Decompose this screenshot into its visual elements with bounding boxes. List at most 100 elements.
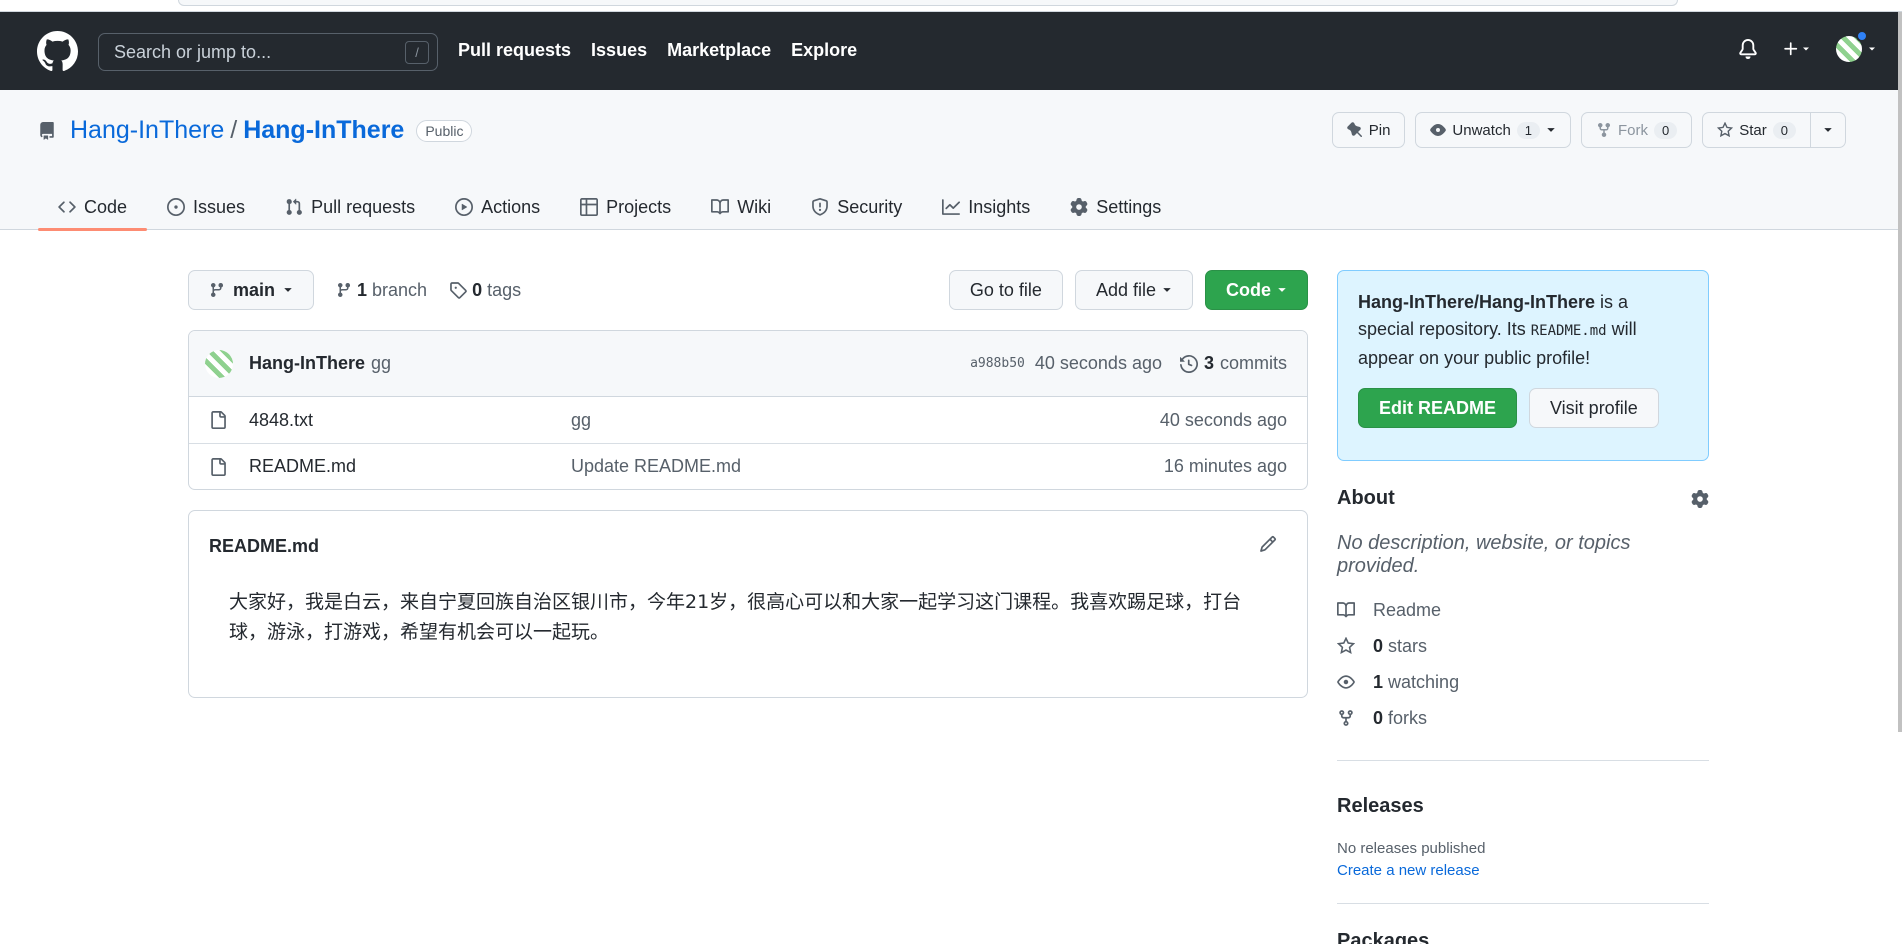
- unwatch-label: Unwatch: [1452, 121, 1511, 139]
- add-file-button[interactable]: Add file: [1074, 270, 1193, 310]
- main-content: main 1 branch 0 tags Go to file Add file…: [188, 270, 1308, 698]
- file-list: Hang-InThere gg a988b50 40 seconds ago 3…: [188, 330, 1308, 490]
- watch-count: 1: [1516, 121, 1541, 139]
- star-button[interactable]: Star 0: [1702, 112, 1811, 148]
- fork-icon: [1598, 123, 1611, 138]
- commit-time: 40 seconds ago: [1034, 353, 1162, 373]
- repo-owner-link[interactable]: Hang-InThere: [70, 116, 224, 145]
- branch-icon: [338, 283, 351, 298]
- star-count: 0: [1772, 121, 1796, 139]
- history-icon: [1179, 354, 1198, 373]
- watching-link[interactable]: 1 watching: [1337, 664, 1709, 700]
- tab-wiki[interactable]: Wiki: [691, 184, 791, 230]
- commit-author-avatar[interactable]: [205, 349, 233, 378]
- gear-icon[interactable]: [1691, 489, 1709, 508]
- file-commit-message[interactable]: Update README.md: [571, 456, 1164, 477]
- page-scrollbar[interactable]: [1898, 12, 1902, 732]
- search-input[interactable]: Search or jump to... /: [98, 33, 438, 71]
- repo-tabs: Code Issues Pull requests Actions Projec…: [38, 184, 1181, 231]
- tab-label: Issues: [193, 196, 246, 217]
- pull-request-icon: [286, 198, 302, 215]
- github-logo-icon[interactable]: [37, 31, 78, 72]
- tab-label: Settings: [1096, 196, 1162, 217]
- tab-projects[interactable]: Projects: [560, 184, 691, 230]
- nav-explore[interactable]: Explore: [791, 40, 857, 61]
- readme-title[interactable]: README.md: [209, 536, 319, 557]
- readme-link[interactable]: Readme: [1337, 592, 1709, 628]
- code-button[interactable]: Code: [1205, 270, 1308, 310]
- unwatch-button[interactable]: Unwatch 1: [1415, 112, 1572, 148]
- fork-label: Fork: [1618, 121, 1649, 139]
- file-row[interactable]: 4848.txt gg 40 seconds ago: [189, 397, 1307, 443]
- notification-dot: [1856, 30, 1868, 42]
- packages-title[interactable]: Packages: [1337, 930, 1709, 944]
- repo-name-link[interactable]: Hang-InThere: [243, 116, 404, 145]
- code-button-label: Code: [1226, 279, 1271, 300]
- tag-count-label: tags: [487, 279, 522, 300]
- browser-top-strip: [0, 0, 1902, 12]
- create-release-link[interactable]: Create a new release: [1337, 862, 1709, 879]
- fork-count: 0: [1654, 121, 1678, 139]
- latest-commit: Hang-InThere gg a988b50 40 seconds ago 3…: [189, 331, 1307, 397]
- file-name[interactable]: 4848.txt: [249, 410, 571, 431]
- forks-count: 0: [1373, 707, 1384, 728]
- tab-label: Actions: [481, 196, 541, 217]
- tab-issues[interactable]: Issues: [147, 184, 265, 230]
- nav-pull-requests[interactable]: Pull requests: [458, 40, 571, 61]
- commit-message[interactable]: gg: [371, 353, 391, 374]
- releases-title[interactable]: Releases: [1337, 795, 1709, 818]
- tab-security[interactable]: Security: [791, 184, 922, 230]
- branch-icon: [210, 283, 223, 298]
- no-releases-text: No releases published: [1337, 840, 1486, 857]
- file-commit-message[interactable]: gg: [571, 410, 1160, 431]
- tab-settings[interactable]: Settings: [1050, 184, 1181, 230]
- tab-insights[interactable]: Insights: [922, 184, 1050, 230]
- fork-button[interactable]: Fork 0: [1581, 112, 1693, 148]
- nav-marketplace[interactable]: Marketplace: [667, 40, 771, 61]
- caret-down-icon: [1824, 128, 1832, 132]
- commit-history-link[interactable]: 3 commits: [1179, 353, 1287, 374]
- tab-code[interactable]: Code: [38, 184, 148, 231]
- go-to-file-button[interactable]: Go to file: [948, 270, 1063, 310]
- stars-count: 0: [1373, 635, 1384, 656]
- commit-count-label: commits: [1220, 353, 1287, 373]
- stars-link[interactable]: 0 stars: [1337, 628, 1709, 664]
- tab-label: Pull requests: [311, 196, 416, 217]
- global-nav: Pull requests Issues Marketplace Explore: [458, 40, 857, 61]
- file-age: 40 seconds ago: [1159, 409, 1287, 430]
- search-shortcut-key: /: [405, 41, 429, 64]
- branches-link[interactable]: 1 branch: [336, 280, 427, 301]
- bell-icon[interactable]: [1738, 38, 1758, 60]
- pencil-icon[interactable]: [1259, 535, 1277, 553]
- forks-link[interactable]: 0 forks: [1337, 700, 1709, 736]
- edit-readme-button[interactable]: Edit README: [1358, 388, 1517, 428]
- eye-icon: [1337, 673, 1357, 691]
- user-menu[interactable]: [1836, 30, 1878, 62]
- repo-path-separator: /: [230, 116, 238, 144]
- pin-button[interactable]: Pin: [1331, 112, 1406, 148]
- gear-icon: [1070, 198, 1088, 216]
- tab-pull-requests[interactable]: Pull requests: [265, 184, 435, 230]
- forks-label: forks: [1388, 707, 1428, 728]
- tab-actions[interactable]: Actions: [435, 184, 560, 230]
- avatar: [1836, 30, 1868, 62]
- star-list-dropdown[interactable]: [1811, 112, 1846, 148]
- star-icon: [1337, 637, 1357, 655]
- repo-title: Hang-InThere / Hang-InThere Public: [38, 116, 473, 145]
- pin-icon: [1346, 122, 1362, 138]
- repo-header: Hang-InThere / Hang-InThere Public Pin U…: [0, 90, 1898, 231]
- file-name[interactable]: README.md: [249, 456, 571, 477]
- commit-sha[interactable]: a988b50: [970, 356, 1025, 371]
- fork-icon: [1337, 709, 1357, 727]
- browser-address-strip: [178, 0, 1678, 6]
- star-button-group: Star 0: [1702, 112, 1846, 148]
- visit-profile-button[interactable]: Visit profile: [1529, 388, 1659, 428]
- branch-name: main: [233, 279, 276, 300]
- create-new-dropdown[interactable]: [1782, 40, 1812, 58]
- branch-select-button[interactable]: main: [188, 270, 315, 310]
- file-row[interactable]: README.md Update README.md 16 minutes ag…: [189, 443, 1307, 489]
- nav-issues[interactable]: Issues: [591, 40, 647, 61]
- tags-link[interactable]: 0 tags: [449, 280, 521, 301]
- tab-label: Projects: [606, 196, 672, 217]
- commit-author[interactable]: Hang-InThere: [249, 353, 365, 374]
